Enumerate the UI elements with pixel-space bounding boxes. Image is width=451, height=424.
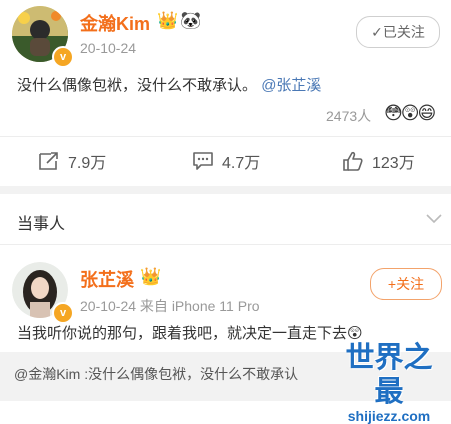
watermark-title: 世界之最 [345, 340, 433, 408]
post-text: 当我听你说的那句，跟着我吧，就决定一直走下去😲 [17, 325, 363, 342]
post-date-source: 20-10-24 来自 iPhone 11 Pro [80, 298, 260, 314]
section-title: 当事人 [17, 216, 66, 233]
divider [0, 244, 451, 245]
watermark-url: shijiezz.com [347, 408, 431, 424]
repost-button[interactable]: 7.9万 [38, 148, 106, 174]
reaction-emojis[interactable]: 😳😲😄 [384, 103, 437, 124]
weibo-post: v 金瀚Kim 👑 🐼 20-10-24 ✓已关注 没什么偶像包袱，没什么不敢承… [0, 0, 451, 186]
surprised-face-icon: 😲 [400, 103, 420, 123]
post-text: 没什么偶像包袱，没什么不敢承认。 @张芷溪 [17, 74, 321, 95]
crown-emoji-icon: 👑 [157, 11, 179, 30]
thumbs-up-icon [343, 151, 363, 171]
crown-emoji-icon: 👑 [140, 267, 162, 286]
reaction-count[interactable]: 2473人 [326, 106, 371, 126]
author-name[interactable]: 金瀚Kim [80, 10, 150, 36]
comment-count: 4.7万 [222, 155, 261, 172]
quoted-text: @金瀚Kim :没什么偶像包袱，没什么不敢承认 [14, 366, 299, 382]
repost-count: 7.9万 [68, 155, 107, 172]
smile-face-icon: 😄 [417, 103, 437, 123]
chevron-down-icon[interactable] [425, 213, 443, 225]
comment-button[interactable]: 4.7万 [192, 148, 260, 174]
post-date: 20-10-24 [80, 40, 137, 56]
author-name[interactable]: 张芷溪 [80, 266, 134, 292]
panda-emoji-icon: 🐼 [180, 11, 202, 30]
follow-button[interactable]: +关注 [370, 268, 442, 300]
followed-button[interactable]: ✓已关注 [356, 16, 440, 48]
divider [0, 136, 451, 137]
mention-link[interactable]: @张芷溪 [261, 77, 321, 94]
like-button[interactable]: 123万 [342, 148, 415, 174]
comment-icon [193, 152, 213, 170]
like-count: 123万 [372, 155, 415, 172]
post-text-body: 没什么偶像包袱，没什么不敢承认。 [17, 77, 258, 94]
flushed-face-icon: 😳 [384, 103, 403, 123]
verified-badge-icon: v [52, 46, 74, 68]
watermark: 世界之最 shijiezz.com [333, 340, 445, 424]
repost-icon [39, 152, 58, 170]
verified-badge-icon: v [52, 302, 74, 324]
section-separator [0, 186, 451, 194]
